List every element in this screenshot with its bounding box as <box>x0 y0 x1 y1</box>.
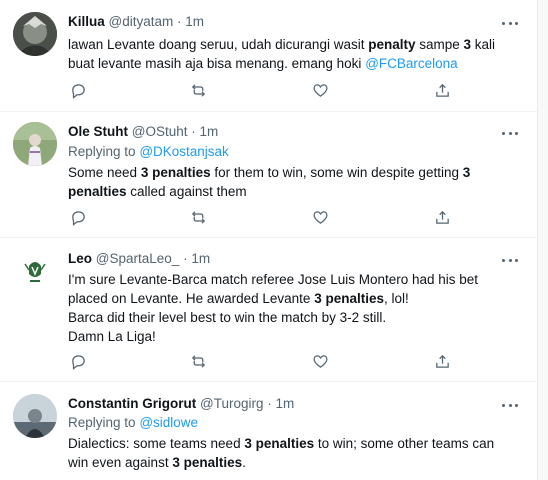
highlighted-term: 3 penalties <box>244 436 315 451</box>
mention-link[interactable]: @FCBarcelona <box>365 56 458 71</box>
avatar-leo[interactable] <box>13 250 57 294</box>
more-icon[interactable] <box>502 398 518 412</box>
timestamp[interactable]: 1m <box>276 396 295 411</box>
display-name[interactable]: Ole Stuht <box>68 124 128 139</box>
scroll-edge <box>537 0 548 480</box>
like-icon[interactable] <box>310 351 330 371</box>
tweet-text: . <box>242 455 246 470</box>
share-icon[interactable] <box>432 351 452 371</box>
like-icon[interactable] <box>310 80 330 100</box>
tweet-ole-stuht[interactable]: Ole Stuht @OStuht · 1m Replying to @DKos… <box>0 112 538 238</box>
reply-icon[interactable] <box>68 351 88 371</box>
avatar-ole-stuht[interactable] <box>13 122 57 166</box>
tweet-body: I'm sure Levante-Barca match referee Jos… <box>68 270 508 346</box>
replying-label: Replying to <box>68 415 136 430</box>
handle[interactable]: @OStuht <box>132 124 188 139</box>
reply-icon[interactable] <box>68 80 88 100</box>
tweet-text: called against them <box>126 184 247 199</box>
tweet-text: Dialectics: some teams need <box>68 436 245 451</box>
tweet-actions <box>68 80 468 100</box>
replying-to: Replying to @DKostanjsak <box>68 144 229 159</box>
more-icon[interactable] <box>502 253 518 267</box>
display-name[interactable]: Killua <box>68 14 105 29</box>
tweet-header: Leo @SpartaLeo_ · 1m <box>68 251 210 266</box>
highlighted-term: 3 penalties <box>140 165 211 180</box>
share-icon[interactable] <box>432 207 452 227</box>
timestamp[interactable]: 1m <box>200 124 219 139</box>
tweet-killua[interactable]: Killua @dityatam · 1m lawan Levante doan… <box>0 0 538 112</box>
handle[interactable]: @Turogirg <box>200 396 263 411</box>
tweet-text: sampe <box>415 37 464 52</box>
tweet-body: Some need 3 penalties for them to win, s… <box>68 163 508 201</box>
replying-mention[interactable]: @sidlowe <box>139 415 198 430</box>
share-icon[interactable] <box>432 80 452 100</box>
handle[interactable]: @SpartaLeo_ <box>96 251 180 266</box>
replying-to: Replying to @sidlowe <box>68 415 198 430</box>
avatar-killua[interactable] <box>13 12 57 56</box>
tweet-header: Killua @dityatam · 1m <box>68 14 204 29</box>
separator-dot: · <box>183 251 188 266</box>
tweet-actions <box>68 207 468 227</box>
tweet-feed: Killua @dityatam · 1m lawan Levante doan… <box>0 0 548 480</box>
like-icon[interactable] <box>310 207 330 227</box>
highlighted-term: 3 penalties <box>314 291 384 306</box>
tweet-constantin-grigorut[interactable]: Constantin Grigorut @Turogirg · 1m Reply… <box>0 382 538 480</box>
separator-dot: · <box>177 14 182 29</box>
more-icon[interactable] <box>502 16 518 30</box>
separator-dot: · <box>267 396 272 411</box>
tweet-text: for them to win, some win despite gettin… <box>210 165 463 180</box>
tweet-text: lawan Levante doang seruu, udah dicurang… <box>68 37 369 52</box>
highlighted-term: 3 <box>463 37 472 52</box>
tweet-header: Ole Stuht @OStuht · 1m <box>68 124 218 139</box>
avatar-constantin-grigorut[interactable] <box>13 394 57 438</box>
retweet-icon[interactable] <box>188 207 208 227</box>
timestamp[interactable]: 1m <box>191 251 210 266</box>
highlighted-term: 3 penalties <box>172 455 243 470</box>
tweet-body: Dialectics: some teams need 3 penalties … <box>68 434 508 472</box>
highlighted-term: penalty <box>368 37 416 52</box>
tweet-body: lawan Levante doang seruu, udah dicurang… <box>68 35 508 73</box>
tweet-text: I'm sure Levante-Barca match referee Jos… <box>68 272 479 306</box>
tweet-text: Some need <box>68 165 141 180</box>
retweet-icon[interactable] <box>188 351 208 371</box>
replying-label: Replying to <box>68 144 136 159</box>
retweet-icon[interactable] <box>188 80 208 100</box>
handle[interactable]: @dityatam <box>109 14 174 29</box>
timestamp[interactable]: 1m <box>185 14 204 29</box>
reply-icon[interactable] <box>68 207 88 227</box>
display-name[interactable]: Constantin Grigorut <box>68 396 196 411</box>
display-name[interactable]: Leo <box>68 251 92 266</box>
tweet-actions <box>68 351 468 371</box>
replying-mention[interactable]: @DKostanjsak <box>139 144 229 159</box>
tweet-header: Constantin Grigorut @Turogirg · 1m <box>68 396 294 411</box>
tweet-leo[interactable]: Leo @SpartaLeo_ · 1m I'm sure Levante-Ba… <box>0 238 538 382</box>
separator-dot: · <box>191 124 196 139</box>
more-icon[interactable] <box>502 126 518 140</box>
